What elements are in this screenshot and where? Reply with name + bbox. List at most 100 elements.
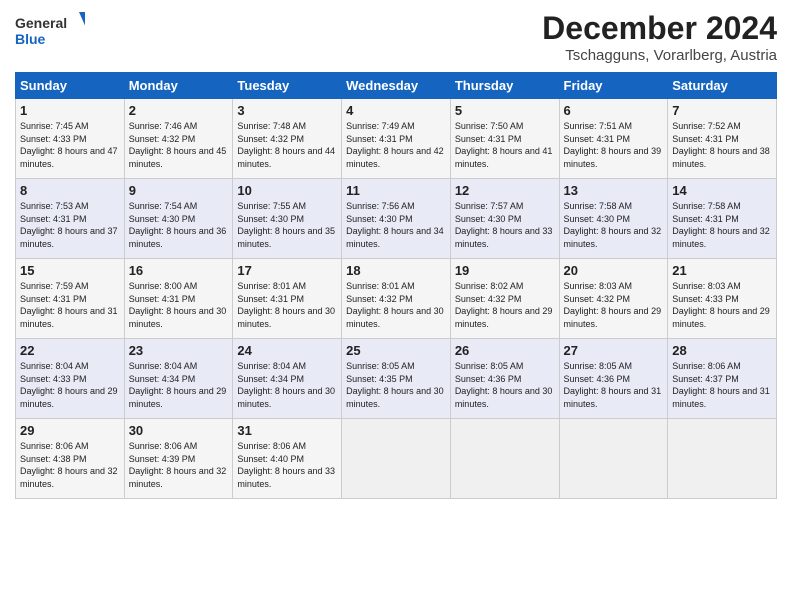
day-info: Sunrise: 8:05 AM Sunset: 4:35 PM Dayligh…: [346, 360, 446, 410]
header-saturday: Saturday: [668, 73, 777, 99]
day-number: 18: [346, 263, 446, 278]
calendar-cell-12: 12 Sunrise: 7:57 AM Sunset: 4:30 PM Dayl…: [450, 179, 559, 259]
calendar-cell-4: 4 Sunrise: 7:49 AM Sunset: 4:31 PM Dayli…: [342, 99, 451, 179]
calendar-cell-19: 19 Sunrise: 8:02 AM Sunset: 4:32 PM Dayl…: [450, 259, 559, 339]
calendar-cell-29: 29 Sunrise: 8:06 AM Sunset: 4:38 PM Dayl…: [16, 419, 125, 499]
title-block: December 2024 Tschagguns, Vorarlberg, Au…: [542, 10, 777, 64]
day-info: Sunrise: 7:53 AM Sunset: 4:31 PM Dayligh…: [20, 200, 120, 250]
day-number: 30: [129, 423, 229, 438]
calendar-cell-30: 30 Sunrise: 8:06 AM Sunset: 4:39 PM Dayl…: [124, 419, 233, 499]
day-info: Sunrise: 8:06 AM Sunset: 4:40 PM Dayligh…: [237, 440, 337, 490]
day-number: 25: [346, 343, 446, 358]
calendar-cell-5: 5 Sunrise: 7:50 AM Sunset: 4:31 PM Dayli…: [450, 99, 559, 179]
calendar-cell-25: 25 Sunrise: 8:05 AM Sunset: 4:35 PM Dayl…: [342, 339, 451, 419]
day-info: Sunrise: 8:03 AM Sunset: 4:32 PM Dayligh…: [564, 280, 664, 330]
week-row-2: 8 Sunrise: 7:53 AM Sunset: 4:31 PM Dayli…: [16, 179, 777, 259]
week-row-1: 1 Sunrise: 7:45 AM Sunset: 4:33 PM Dayli…: [16, 99, 777, 179]
location-subtitle: Tschagguns, Vorarlberg, Austria: [542, 47, 777, 64]
calendar-cell-16: 16 Sunrise: 8:00 AM Sunset: 4:31 PM Dayl…: [124, 259, 233, 339]
week-row-3: 15 Sunrise: 7:59 AM Sunset: 4:31 PM Dayl…: [16, 259, 777, 339]
calendar-cell-27: 27 Sunrise: 8:05 AM Sunset: 4:36 PM Dayl…: [559, 339, 668, 419]
day-info: Sunrise: 7:58 AM Sunset: 4:31 PM Dayligh…: [672, 200, 772, 250]
calendar-cell-14: 14 Sunrise: 7:58 AM Sunset: 4:31 PM Dayl…: [668, 179, 777, 259]
day-number: 15: [20, 263, 120, 278]
day-number: 7: [672, 103, 772, 118]
day-number: 20: [564, 263, 664, 278]
day-info: Sunrise: 8:02 AM Sunset: 4:32 PM Dayligh…: [455, 280, 555, 330]
calendar-cell-24: 24 Sunrise: 8:04 AM Sunset: 4:34 PM Dayl…: [233, 339, 342, 419]
calendar-cell-15: 15 Sunrise: 7:59 AM Sunset: 4:31 PM Dayl…: [16, 259, 125, 339]
day-number: 11: [346, 183, 446, 198]
day-number: 5: [455, 103, 555, 118]
week-row-4: 22 Sunrise: 8:04 AM Sunset: 4:33 PM Dayl…: [16, 339, 777, 419]
day-number: 10: [237, 183, 337, 198]
calendar-cell-9: 9 Sunrise: 7:54 AM Sunset: 4:30 PM Dayli…: [124, 179, 233, 259]
day-number: 29: [20, 423, 120, 438]
calendar-cell-20: 20 Sunrise: 8:03 AM Sunset: 4:32 PM Dayl…: [559, 259, 668, 339]
day-number: 14: [672, 183, 772, 198]
calendar-cell-26: 26 Sunrise: 8:05 AM Sunset: 4:36 PM Dayl…: [450, 339, 559, 419]
header-sunday: Sunday: [16, 73, 125, 99]
day-number: 9: [129, 183, 229, 198]
calendar-cell-11: 11 Sunrise: 7:56 AM Sunset: 4:30 PM Dayl…: [342, 179, 451, 259]
calendar-cell-empty: [668, 419, 777, 499]
calendar-cell-8: 8 Sunrise: 7:53 AM Sunset: 4:31 PM Dayli…: [16, 179, 125, 259]
page-container: General Blue December 2024 Tschagguns, V…: [0, 0, 792, 509]
day-number: 2: [129, 103, 229, 118]
day-number: 12: [455, 183, 555, 198]
day-number: 21: [672, 263, 772, 278]
header: General Blue December 2024 Tschagguns, V…: [15, 10, 777, 64]
day-number: 26: [455, 343, 555, 358]
calendar-table: Sunday Monday Tuesday Wednesday Thursday…: [15, 72, 777, 499]
day-info: Sunrise: 7:46 AM Sunset: 4:32 PM Dayligh…: [129, 120, 229, 170]
day-info: Sunrise: 7:57 AM Sunset: 4:30 PM Dayligh…: [455, 200, 555, 250]
day-info: Sunrise: 8:01 AM Sunset: 4:31 PM Dayligh…: [237, 280, 337, 330]
day-info: Sunrise: 7:49 AM Sunset: 4:31 PM Dayligh…: [346, 120, 446, 170]
day-info: Sunrise: 7:45 AM Sunset: 4:33 PM Dayligh…: [20, 120, 120, 170]
day-info: Sunrise: 7:58 AM Sunset: 4:30 PM Dayligh…: [564, 200, 664, 250]
day-info: Sunrise: 7:52 AM Sunset: 4:31 PM Dayligh…: [672, 120, 772, 170]
header-friday: Friday: [559, 73, 668, 99]
day-number: 3: [237, 103, 337, 118]
day-info: Sunrise: 7:55 AM Sunset: 4:30 PM Dayligh…: [237, 200, 337, 250]
day-number: 28: [672, 343, 772, 358]
calendar-cell-22: 22 Sunrise: 8:04 AM Sunset: 4:33 PM Dayl…: [16, 339, 125, 419]
day-number: 13: [564, 183, 664, 198]
calendar-cell-empty: [450, 419, 559, 499]
day-info: Sunrise: 7:48 AM Sunset: 4:32 PM Dayligh…: [237, 120, 337, 170]
day-number: 22: [20, 343, 120, 358]
day-info: Sunrise: 8:06 AM Sunset: 4:37 PM Dayligh…: [672, 360, 772, 410]
day-info: Sunrise: 8:04 AM Sunset: 4:33 PM Dayligh…: [20, 360, 120, 410]
day-number: 16: [129, 263, 229, 278]
calendar-cell-23: 23 Sunrise: 8:04 AM Sunset: 4:34 PM Dayl…: [124, 339, 233, 419]
calendar-cell-28: 28 Sunrise: 8:06 AM Sunset: 4:37 PM Dayl…: [668, 339, 777, 419]
header-thursday: Thursday: [450, 73, 559, 99]
day-number: 1: [20, 103, 120, 118]
day-info: Sunrise: 8:06 AM Sunset: 4:38 PM Dayligh…: [20, 440, 120, 490]
header-monday: Monday: [124, 73, 233, 99]
calendar-cell-1: 1 Sunrise: 7:45 AM Sunset: 4:33 PM Dayli…: [16, 99, 125, 179]
header-wednesday: Wednesday: [342, 73, 451, 99]
day-info: Sunrise: 7:51 AM Sunset: 4:31 PM Dayligh…: [564, 120, 664, 170]
day-number: 23: [129, 343, 229, 358]
week-row-5: 29 Sunrise: 8:06 AM Sunset: 4:38 PM Dayl…: [16, 419, 777, 499]
day-info: Sunrise: 8:00 AM Sunset: 4:31 PM Dayligh…: [129, 280, 229, 330]
day-number: 6: [564, 103, 664, 118]
svg-text:Blue: Blue: [15, 31, 46, 47]
day-info: Sunrise: 7:56 AM Sunset: 4:30 PM Dayligh…: [346, 200, 446, 250]
calendar-cell-10: 10 Sunrise: 7:55 AM Sunset: 4:30 PM Dayl…: [233, 179, 342, 259]
svg-text:General: General: [15, 15, 67, 31]
day-number: 8: [20, 183, 120, 198]
day-info: Sunrise: 8:05 AM Sunset: 4:36 PM Dayligh…: [455, 360, 555, 410]
day-info: Sunrise: 8:04 AM Sunset: 4:34 PM Dayligh…: [129, 360, 229, 410]
logo: General Blue: [15, 10, 85, 50]
day-info: Sunrise: 7:50 AM Sunset: 4:31 PM Dayligh…: [455, 120, 555, 170]
day-number: 27: [564, 343, 664, 358]
day-number: 24: [237, 343, 337, 358]
day-info: Sunrise: 8:04 AM Sunset: 4:34 PM Dayligh…: [237, 360, 337, 410]
day-number: 19: [455, 263, 555, 278]
logo-svg: General Blue: [15, 10, 85, 50]
day-info: Sunrise: 7:59 AM Sunset: 4:31 PM Dayligh…: [20, 280, 120, 330]
calendar-cell-17: 17 Sunrise: 8:01 AM Sunset: 4:31 PM Dayl…: [233, 259, 342, 339]
calendar-cell-31: 31 Sunrise: 8:06 AM Sunset: 4:40 PM Dayl…: [233, 419, 342, 499]
